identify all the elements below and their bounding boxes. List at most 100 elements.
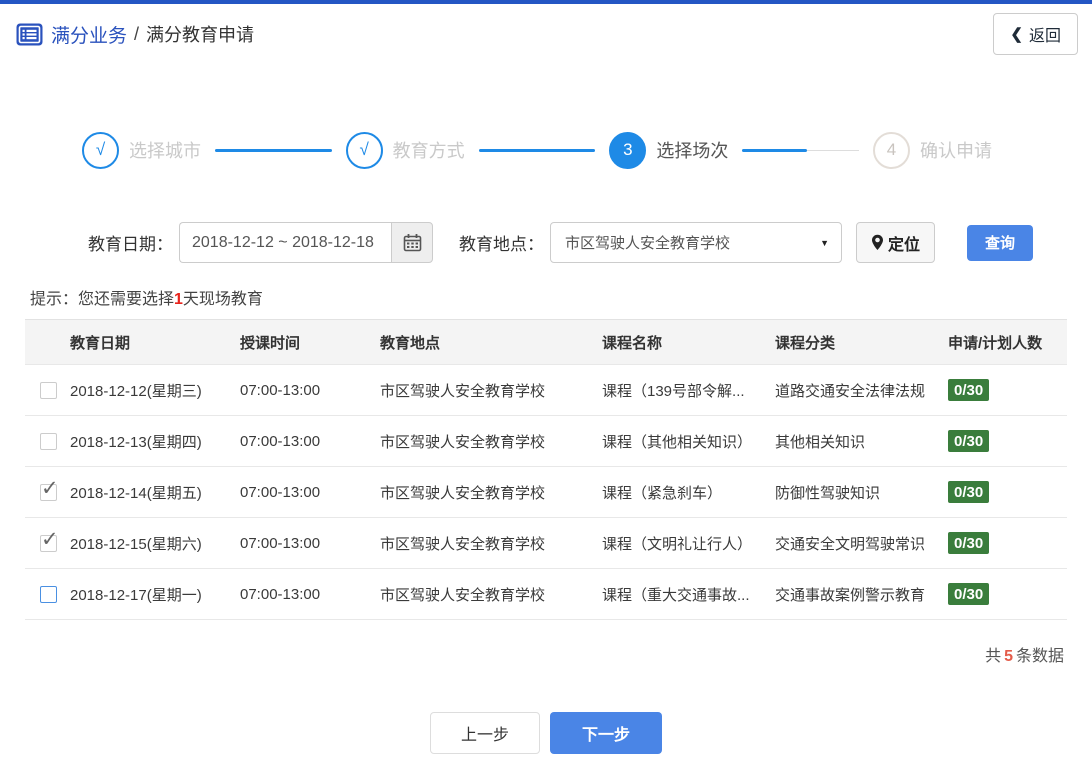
step-connector-2 xyxy=(478,148,596,152)
locate-button-label: 定位 xyxy=(888,236,921,254)
cell-course: 课程（重大交通事故... xyxy=(602,568,775,620)
summary-suffix: 条数据 xyxy=(1015,648,1064,665)
cell-location: 市区驾驶人安全教育学校 xyxy=(380,466,602,518)
capacity-badge: 0/30 xyxy=(948,379,990,401)
cell-time: 07:00-13:00 xyxy=(240,568,380,620)
cell-category: 防御性驾驶知识 xyxy=(775,466,948,518)
col-education-date: 教育日期 xyxy=(70,319,240,365)
date-range-group xyxy=(179,222,433,263)
col-course-category: 课程分类 xyxy=(775,319,948,365)
cell-time: 07:00-13:00 xyxy=(240,466,380,518)
cell-course: 课程（文明礼让行人） xyxy=(602,517,775,569)
cell-location: 市区驾驶人安全教育学校 xyxy=(380,517,602,569)
hint-suffix: 天现场教育 xyxy=(182,291,263,308)
summary-count: 5 xyxy=(1004,648,1013,665)
filter-bar: 教育日期： 教育地点： 市区驾驶人安全教育学校 ▼ 定位 查询 xyxy=(88,222,1092,263)
list-menu-icon xyxy=(16,23,43,45)
location-select-value: 市区驾驶人安全教育学校 xyxy=(565,235,731,252)
cell-course: 课程（139号部令解... xyxy=(602,364,775,416)
step-1-circle: √ xyxy=(82,131,119,169)
wizard-footer: 上一步 下一步 xyxy=(0,712,1092,754)
hint-message: 提示：您还需要选择1天现场教育 xyxy=(30,285,1092,309)
step-4-label: 确认申请 xyxy=(920,141,993,161)
cell-category: 交通事故案例警示教育 xyxy=(775,568,948,620)
cell-time: 07:00-13:00 xyxy=(240,415,380,467)
check-icon: ✓ xyxy=(41,476,59,500)
hint-remaining-days: 1 xyxy=(174,291,183,308)
row-checkbox[interactable]: ✓ xyxy=(40,585,57,603)
capacity-badge: 0/30 xyxy=(948,430,990,452)
step-3-circle: 3 xyxy=(609,131,647,169)
step-indicator: √ 选择城市 √ 教育方式 3 选择场次 4 确认申请 xyxy=(82,130,992,170)
check-icon: ✓ xyxy=(41,527,59,551)
capacity-badge: 0/30 xyxy=(948,481,990,503)
step-connector-3 xyxy=(742,148,860,152)
location-select[interactable]: 市区驾驶人安全教育学校 ▼ xyxy=(550,222,842,263)
cell-date: 2018-12-17(星期一) xyxy=(70,568,240,620)
row-checkbox[interactable]: ✓ xyxy=(40,432,57,450)
step-education-mode: √ 教育方式 xyxy=(345,131,465,169)
row-checkbox[interactable]: ✓ xyxy=(40,477,59,501)
col-course-name: 课程名称 xyxy=(602,319,775,365)
cell-location: 市区驾驶人安全教育学校 xyxy=(380,568,602,620)
row-checkbox[interactable]: ✓ xyxy=(40,528,59,552)
summary-prefix: 共 xyxy=(985,648,1002,665)
calendar-button[interactable] xyxy=(391,222,433,263)
step-select-city: √ 选择城市 xyxy=(82,131,201,169)
step-1-label: 选择城市 xyxy=(129,141,201,161)
step-3-label: 选择场次 xyxy=(656,141,729,161)
cell-category: 交通安全文明驾驶常识 xyxy=(775,517,948,569)
search-button[interactable]: 查询 xyxy=(967,224,1034,261)
capacity-badge: 0/30 xyxy=(948,532,990,554)
cell-location: 市区驾驶人安全教育学校 xyxy=(380,415,602,467)
step-2-circle: √ xyxy=(345,131,383,169)
col-class-time: 授课时间 xyxy=(240,319,380,365)
locate-button[interactable]: 定位 xyxy=(856,222,936,263)
row-checkbox[interactable]: ✓ xyxy=(40,381,57,399)
education-location-label: 教育地点： xyxy=(459,235,544,254)
col-applied-planned: 申请/计划人数 xyxy=(948,319,1067,365)
table-row: ✓ 2018-12-17(星期一) 07:00-13:00 市区驾驶人安全教育学… xyxy=(25,568,1067,620)
step-select-session: 3 选择场次 xyxy=(609,131,729,169)
breadcrumb-section[interactable]: 满分业务 xyxy=(51,21,127,48)
date-range-input[interactable] xyxy=(179,222,391,263)
cell-date: 2018-12-14(星期五) xyxy=(70,466,240,518)
hint-prefix: 提示：您还需要选择 xyxy=(30,291,175,308)
step-2-label: 教育方式 xyxy=(392,141,465,161)
step-connector-1 xyxy=(215,148,332,152)
map-pin-icon xyxy=(872,234,883,250)
cell-time: 07:00-13:00 xyxy=(240,517,380,569)
capacity-badge: 0/30 xyxy=(948,583,990,605)
education-date-label: 教育日期： xyxy=(88,235,173,254)
breadcrumb-page-title: 满分教育申请 xyxy=(146,25,255,45)
cell-date: 2018-12-12(星期三) xyxy=(70,364,240,416)
calendar-icon xyxy=(403,234,421,252)
back-button-label: 返回 xyxy=(1028,28,1061,45)
checkbox-column-header xyxy=(25,319,70,365)
record-count-summary: 共 5 条数据 xyxy=(0,642,1064,666)
step-4-circle: 4 xyxy=(873,131,911,169)
table-row: ✓ 2018-12-13(星期四) 07:00-13:00 市区驾驶人安全教育学… xyxy=(25,415,1067,467)
cell-date: 2018-12-13(星期四) xyxy=(70,415,240,467)
table-row: ✓ 2018-12-15(星期六) 07:00-13:00 市区驾驶人安全教育学… xyxy=(25,517,1067,569)
table-header-row: 教育日期 授课时间 教育地点 课程名称 课程分类 申请/计划人数 xyxy=(25,319,1067,365)
next-step-button[interactable]: 下一步 xyxy=(550,712,662,754)
cell-time: 07:00-13:00 xyxy=(240,364,380,416)
caret-down-icon: ▼ xyxy=(820,237,829,248)
cell-date: 2018-12-15(星期六) xyxy=(70,517,240,569)
step-confirm-application: 4 确认申请 xyxy=(873,131,993,169)
cell-course: 课程（其他相关知识） xyxy=(602,415,775,467)
table-row: ✓ 2018-12-14(星期五) 07:00-13:00 市区驾驶人安全教育学… xyxy=(25,466,1067,518)
session-table: 教育日期 授课时间 教育地点 课程名称 课程分类 申请/计划人数 ✓ 2018-… xyxy=(25,319,1067,620)
previous-step-button[interactable]: 上一步 xyxy=(430,712,540,754)
back-button[interactable]: ❮ 返回 xyxy=(993,13,1078,55)
breadcrumb-separator: / xyxy=(134,23,140,44)
table-row: ✓ 2018-12-12(星期三) 07:00-13:00 市区驾驶人安全教育学… xyxy=(25,364,1067,416)
cell-category: 道路交通安全法律法规 xyxy=(775,364,948,416)
cell-category: 其他相关知识 xyxy=(775,415,948,467)
page-header: 满分业务 / 满分教育申请 ❮ 返回 xyxy=(0,4,1092,64)
col-location: 教育地点 xyxy=(380,319,602,365)
cell-location: 市区驾驶人安全教育学校 xyxy=(380,364,602,416)
cell-course: 课程（紧急刹车） xyxy=(602,466,775,518)
chevron-left-icon: ❮ xyxy=(1010,26,1023,43)
